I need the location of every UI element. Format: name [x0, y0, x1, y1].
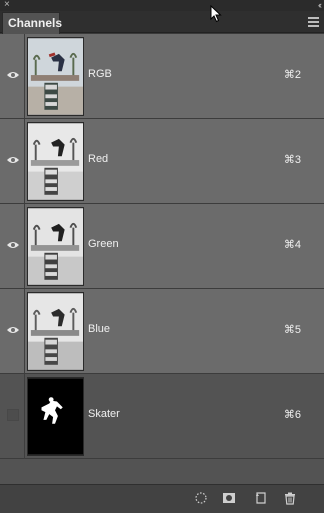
channel-name: Red — [88, 153, 109, 165]
visibility-toggle-empty[interactable] — [7, 409, 19, 421]
panel-menu-icon[interactable] — [308, 17, 319, 27]
eye-icon[interactable] — [6, 240, 20, 250]
channel-shortcut: ⌘5 — [283, 324, 301, 336]
channel-name: Blue — [88, 323, 111, 335]
channel-thumbnail — [27, 377, 84, 456]
row-divider — [24, 204, 25, 289]
close-icon[interactable]: × — [4, 0, 10, 11]
tab-channels[interactable]: Channels — [2, 12, 62, 34]
channel-shortcut: ⌘6 — [283, 409, 301, 421]
new-channel-icon[interactable] — [254, 491, 268, 505]
eye-icon[interactable] — [6, 70, 20, 80]
channel-row-skater[interactable]: Skater ⌘6 — [0, 374, 324, 459]
channel-thumbnail — [27, 292, 84, 371]
channels-list: RGB ⌘2 Red ⌘3 Green ⌘4 Blue ⌘5 Skater ⌘6 — [0, 34, 324, 484]
channel-thumbnail — [27, 122, 84, 201]
channel-row-red[interactable]: Red ⌘3 — [0, 119, 324, 204]
collapse-panel-icon[interactable]: ‹‹ — [318, 0, 322, 11]
panel-topbar: × ‹‹ — [0, 0, 324, 11]
eye-icon[interactable] — [6, 155, 20, 165]
channel-name: RGB — [88, 68, 112, 80]
channel-thumbnail — [27, 37, 84, 116]
channel-name: Skater — [88, 408, 120, 420]
eye-icon[interactable] — [6, 325, 20, 335]
channel-row-green[interactable]: Green ⌘4 — [0, 204, 324, 289]
channel-shortcut: ⌘2 — [283, 69, 301, 81]
trash-icon[interactable] — [283, 491, 297, 505]
panel-tabbar: Channels — [0, 11, 324, 34]
save-selection-icon[interactable] — [222, 491, 236, 505]
load-selection-icon[interactable] — [194, 491, 208, 505]
channel-shortcut: ⌘4 — [283, 239, 301, 251]
panel-footer — [0, 484, 324, 513]
channel-row-blue[interactable]: Blue ⌘5 — [0, 289, 324, 374]
channel-thumbnail — [27, 207, 84, 286]
row-divider — [24, 289, 25, 374]
mouse-cursor-icon — [210, 5, 222, 23]
row-divider — [24, 119, 25, 204]
row-divider — [24, 374, 25, 459]
channel-name: Green — [88, 238, 119, 250]
row-divider — [24, 34, 25, 119]
channel-row-rgb[interactable]: RGB ⌘2 — [0, 34, 324, 119]
channel-shortcut: ⌘3 — [283, 154, 301, 166]
